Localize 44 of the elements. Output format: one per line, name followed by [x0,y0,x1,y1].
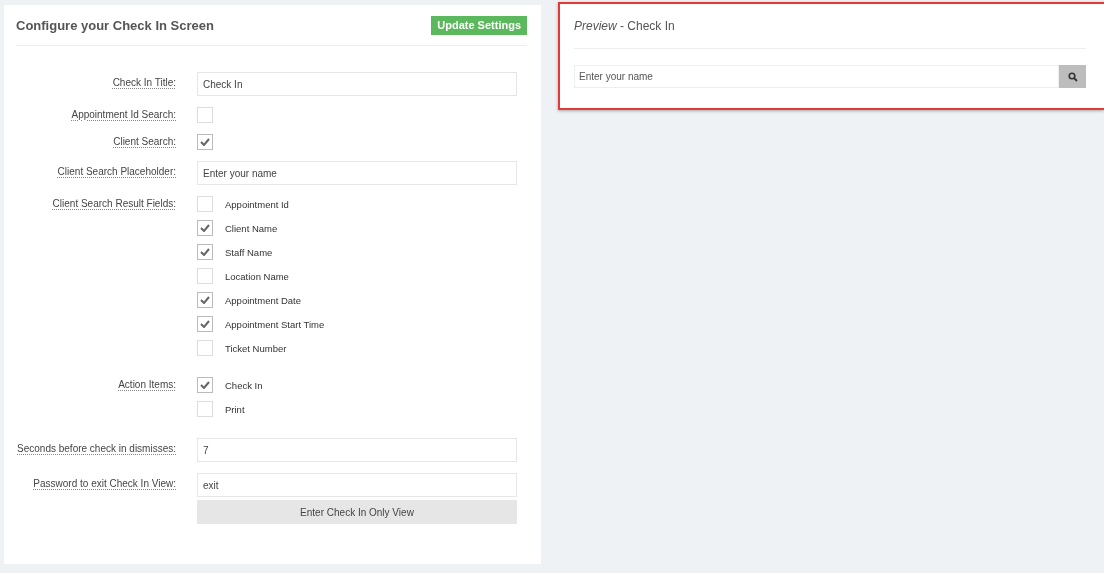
text-field[interactable]: Enter your name [197,161,517,185]
checkbox[interactable] [197,134,213,150]
option-label: Check In [225,379,263,391]
check-icon [200,381,210,389]
checkbox[interactable] [197,316,213,332]
search-button[interactable] [1059,65,1086,88]
field-label: Seconds before check in dismisses: [17,442,176,456]
option-label: Print [225,403,245,415]
checkbox[interactable] [197,220,213,236]
field-label: Check In Title: [112,76,176,90]
preview-title: Preview - Check In [574,19,675,33]
option-label: Staff Name [225,246,273,258]
checkbox[interactable] [197,377,213,393]
option-label: Location Name [225,270,289,282]
field-label: Client Search Placeholder: [57,165,176,179]
search-icon [1067,71,1078,82]
panel-title: Configure your Check In Screen [16,17,214,33]
text-field[interactable]: exit [197,473,517,497]
checkbox[interactable] [197,401,213,417]
field-label: Password to exit Check In View: [33,477,176,491]
check-icon [200,224,210,232]
field-label: Client Search: [113,135,176,149]
check-icon [200,296,210,304]
field-label: Client Search Result Fields: [52,197,176,211]
search-field[interactable]: Enter your name [574,65,1059,88]
enter-view-button[interactable]: Enter Check In Only View [197,500,517,524]
field-label: Action Items: [118,378,176,392]
text-field[interactable]: Check In [197,72,517,96]
check-icon [200,138,210,146]
option-label: Client Name [225,222,278,234]
checkbox[interactable] [197,244,213,260]
checkbox[interactable] [197,268,213,284]
option-label: Ticket Number [225,342,287,354]
option-label: Appointment Id [225,198,289,210]
checkbox[interactable] [197,196,213,212]
field-label: Appointment Id Search: [71,108,176,122]
check-icon [200,320,210,328]
option-label: Appointment Date [225,294,302,306]
check-icon [200,248,210,256]
option-label: Appointment Start Time [225,318,325,330]
text-field[interactable]: 7 [197,438,517,462]
checkbox[interactable] [197,340,213,356]
checkbox[interactable] [197,292,213,308]
checkbox[interactable] [197,107,213,123]
